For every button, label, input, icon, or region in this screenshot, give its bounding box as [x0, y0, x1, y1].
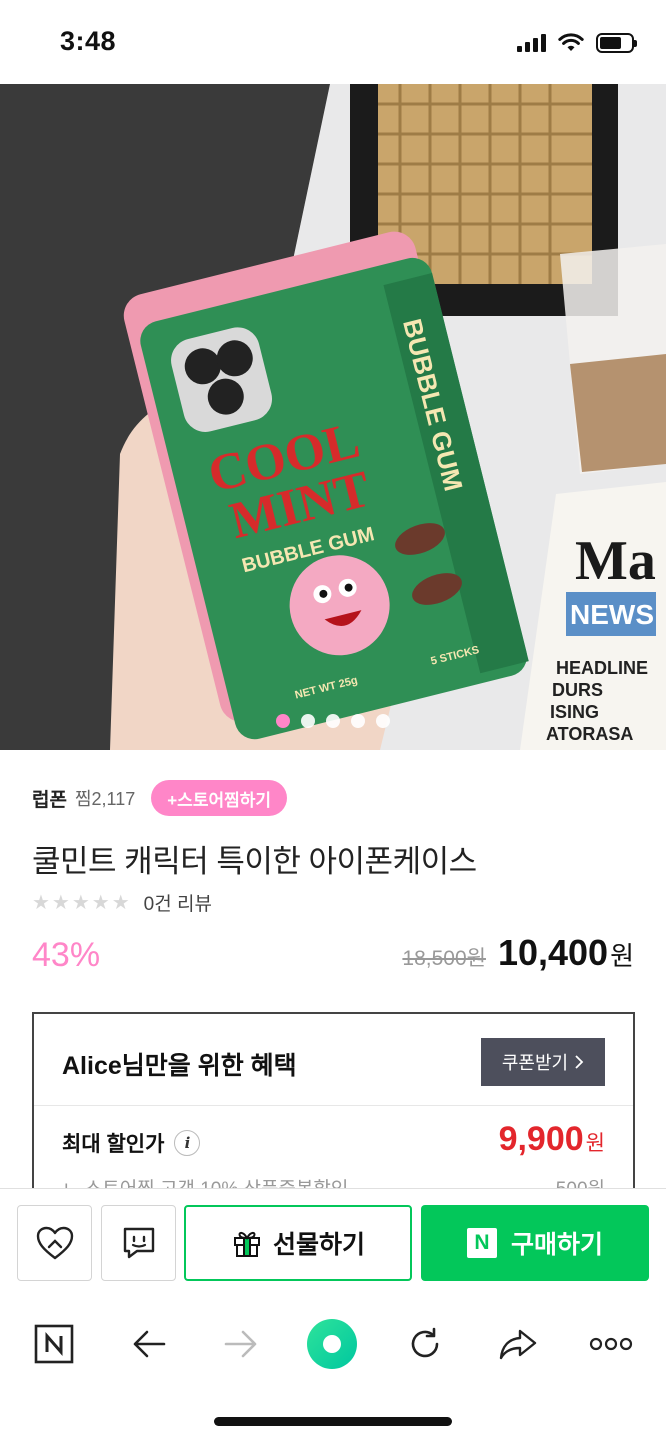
gift-button[interactable]: 선물하기 [184, 1205, 412, 1281]
coupon-button[interactable]: 쿠폰받기 [481, 1038, 605, 1086]
store-zzim-button[interactable]: +스토어찜하기 [151, 780, 288, 816]
naver-home-button[interactable] [26, 1316, 82, 1372]
price-box: 18,500원 10,400 원 [402, 932, 634, 974]
max-discount-currency: 원 [585, 1132, 605, 1155]
chat-icon [123, 1227, 154, 1259]
svg-text:NEWS: NEWS [570, 599, 654, 630]
store-name[interactable]: 럽폰 [32, 785, 67, 812]
product-image-carousel[interactable]: Ma NEWS HEADLINE DURS ISING ATORASA COOL… [0, 84, 666, 750]
benefit-header: Alice님만을 위한 혜택 쿠폰받기 [34, 1014, 633, 1106]
carousel-dot[interactable] [326, 714, 340, 728]
naver-pay-icon: N [466, 1228, 497, 1258]
rating-row[interactable]: ★★★★★ 0건 리뷰 [32, 888, 212, 916]
original-price: 18,500원 [402, 947, 486, 970]
home-indicator[interactable] [214, 1417, 452, 1426]
status-bar: 3:48 [0, 0, 666, 84]
share-button[interactable] [490, 1316, 546, 1372]
naver-n-icon [34, 1324, 74, 1364]
svg-text:Ma: Ma [575, 530, 656, 592]
rating-stars: ★★★★★ [32, 891, 132, 914]
carousel-indicator [0, 714, 666, 728]
green-dot-icon [307, 1319, 357, 1369]
wifi-icon [558, 33, 584, 51]
purchase-action-bar: 선물하기 N 구매하기 [0, 1188, 666, 1296]
battery-icon [596, 33, 637, 53]
cellular-signal-icon [517, 34, 546, 52]
benefit-box: Alice님만을 위한 혜택 쿠폰받기 최대 할인가 i 9,900 원 ㄴ 스… [32, 1012, 635, 1212]
gift-icon [233, 1231, 260, 1257]
svg-text:DURS: DURS [552, 680, 603, 700]
carousel-dot[interactable] [376, 714, 390, 728]
sale-price: 10,400 [497, 932, 609, 973]
svg-text:HEADLINE: HEADLINE [556, 658, 648, 678]
store-zzim-count: 찜2,117 [74, 789, 136, 809]
price-row: 43% 18,500원 10,400 원 [32, 932, 634, 982]
back-button[interactable] [121, 1316, 177, 1372]
status-icons [517, 30, 637, 56]
arrow-left-icon [133, 1330, 166, 1358]
buy-button-label: 구매하기 [510, 1231, 603, 1259]
max-discount-label: 최대 할인가 i [62, 1128, 201, 1158]
carousel-dot[interactable] [301, 714, 315, 728]
gift-button-label: 선물하기 [272, 1231, 365, 1259]
buy-button[interactable]: N 구매하기 [421, 1205, 649, 1281]
forward-button[interactable] [213, 1316, 269, 1372]
status-time: 3:48 [60, 26, 117, 56]
chevron-right-icon [575, 1055, 584, 1069]
arrow-right-icon [224, 1330, 257, 1358]
carousel-dot[interactable] [351, 714, 365, 728]
more-button[interactable] [583, 1316, 639, 1372]
green-dot-button[interactable] [302, 1314, 362, 1374]
wishlist-button[interactable] [17, 1205, 92, 1281]
info-icon[interactable]: i [174, 1130, 201, 1156]
refresh-button[interactable] [397, 1316, 453, 1372]
coupon-button-label: 쿠폰받기 [501, 1053, 569, 1073]
share-icon [499, 1329, 537, 1360]
currency-label: 원 [610, 941, 634, 971]
carousel-dot-active[interactable] [276, 714, 290, 728]
max-discount-amount: 9,900 [498, 1120, 584, 1158]
more-dots-icon [589, 1337, 633, 1351]
refresh-icon [411, 1327, 439, 1358]
max-discount-text: 최대 할인가 [62, 1133, 165, 1156]
discount-rate: 43% [32, 936, 101, 974]
store-row: 럽폰 찜2,117 +스토어찜하기 [32, 780, 288, 816]
product-photo: Ma NEWS HEADLINE DURS ISING ATORASA COOL… [0, 84, 666, 750]
heart-icon [36, 1226, 73, 1260]
review-count[interactable]: 0건 리뷰 [144, 889, 212, 916]
talktalk-button[interactable] [101, 1205, 176, 1281]
max-discount-price: 9,900 원 [499, 1120, 605, 1159]
product-title: 쿨민트 캐릭터 특이한 아이폰케이스 [32, 844, 477, 879]
benefit-title: Alice님만을 위한 혜택 [62, 1052, 297, 1080]
